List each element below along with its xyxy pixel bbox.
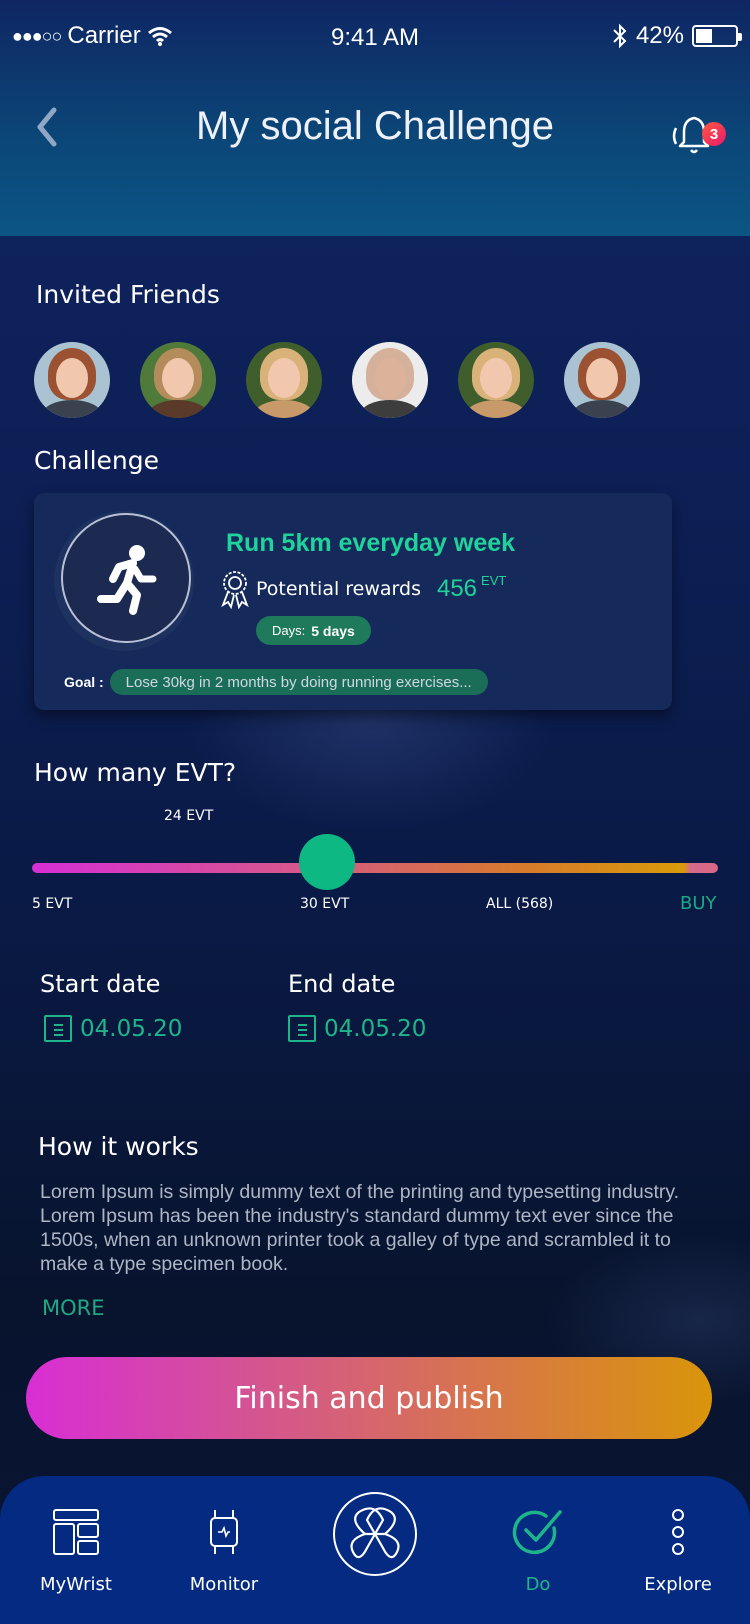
friend-avatar[interactable] xyxy=(246,342,322,418)
tab-monitor[interactable]: Monitor xyxy=(164,1476,284,1624)
check-circle-icon xyxy=(512,1510,562,1555)
friend-avatar[interactable] xyxy=(140,342,216,418)
how-it-works-title: How it works xyxy=(38,1132,199,1161)
tab-label: Monitor xyxy=(189,1574,259,1595)
tab-home-logo[interactable] xyxy=(333,1492,417,1576)
challenge-title: Run 5km everyday week xyxy=(226,529,516,557)
buy-button[interactable]: BUY xyxy=(680,893,717,914)
challenge-icon-circle xyxy=(61,513,191,643)
friend-avatar[interactable] xyxy=(352,342,428,418)
status-bar: ●●●○○ Carrier 9:41 AM 42% xyxy=(0,18,750,54)
goal-label: Goal : xyxy=(64,674,104,690)
tab-explore[interactable]: Explore xyxy=(618,1476,738,1624)
running-person-icon xyxy=(97,545,157,615)
battery-percent: 42% xyxy=(635,22,684,49)
potential-rewards: Potential rewards 456 EVT xyxy=(220,569,506,609)
start-date-value: 04.05.20 xyxy=(80,1015,183,1042)
days-label: Days: xyxy=(272,623,306,638)
slider-mid-label: 30 EVT xyxy=(300,896,350,912)
dashboard-layout-icon xyxy=(53,1509,99,1555)
smartwatch-icon xyxy=(210,1510,238,1554)
battery-icon xyxy=(692,25,742,47)
reward-value: 456 xyxy=(436,575,478,602)
challenge-card[interactable]: Run 5km everyday week Potential rewards … xyxy=(34,493,672,710)
evt-slider-track[interactable] xyxy=(32,863,718,873)
start-date-label: Start date xyxy=(40,970,161,998)
friend-avatar[interactable] xyxy=(34,342,110,418)
invited-friends-list xyxy=(34,342,640,418)
bluetooth-icon xyxy=(613,23,627,49)
tab-do[interactable]: Do xyxy=(478,1476,598,1624)
end-date-label: End date xyxy=(288,970,396,998)
calendar-icon xyxy=(44,1015,72,1042)
goal-text: Lose 30kg in 2 months by doing running e… xyxy=(109,669,488,695)
app-logo-icon xyxy=(350,1507,400,1559)
slider-min-label: 5 EVT xyxy=(32,896,73,912)
slider-max-label[interactable]: ALL (568) xyxy=(486,896,553,912)
challenge-section-title: Challenge xyxy=(34,446,159,475)
days-value: 5 days xyxy=(311,622,355,639)
goal-row: Goal : Lose 30kg in 2 months by doing ru… xyxy=(64,669,488,695)
calendar-icon xyxy=(288,1015,316,1042)
page-title: My social Challenge xyxy=(196,104,554,148)
end-date-picker[interactable]: 04.05.20 xyxy=(288,1015,426,1042)
evt-slider-thumb[interactable] xyxy=(298,834,355,890)
more-vertical-icon xyxy=(672,1509,684,1555)
award-ribbon-icon xyxy=(221,571,249,609)
end-date-value: 04.05.20 xyxy=(324,1015,427,1042)
start-date-picker[interactable]: 04.05.20 xyxy=(44,1015,182,1042)
slider-current-value: 24 EVT xyxy=(164,808,214,824)
reward-label: Potential rewards xyxy=(256,578,421,600)
friend-avatar[interactable] xyxy=(458,342,534,418)
days-badge: Days: 5 days xyxy=(256,616,371,645)
battery-level xyxy=(696,29,712,43)
tab-mywrist[interactable]: MyWrist xyxy=(16,1476,136,1624)
tab-label: MyWrist xyxy=(39,1574,112,1595)
how-it-works-text: Lorem Ipsum is simply dummy text of the … xyxy=(40,1181,680,1275)
friend-avatar[interactable] xyxy=(564,342,640,418)
notification-badge: 3 xyxy=(702,122,726,146)
reward-unit: EVT xyxy=(481,573,507,588)
finish-and-publish-button[interactable]: Finish and publish xyxy=(26,1357,712,1439)
more-link[interactable]: MORE xyxy=(42,1296,105,1320)
invited-friends-title: Invited Friends xyxy=(36,280,220,309)
tab-label: Do xyxy=(525,1574,551,1595)
tab-label: Explore xyxy=(644,1574,712,1595)
evt-amount-title: How many EVT? xyxy=(34,758,237,787)
